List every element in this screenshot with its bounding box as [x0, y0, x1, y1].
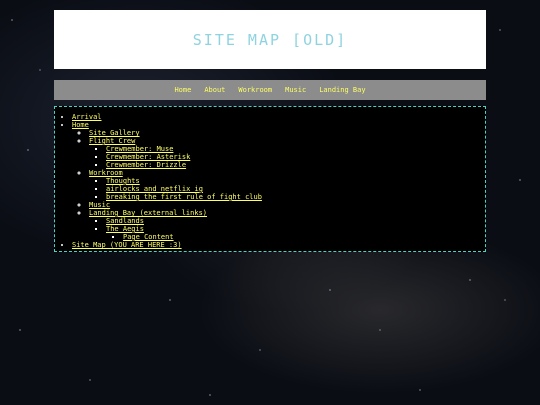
sitemap-link-arrival[interactable]: Arrival	[72, 113, 102, 121]
sitemap-link-thoughts[interactable]: Thoughts	[106, 177, 140, 185]
nav-link-music[interactable]: Music	[285, 86, 306, 94]
sitemap-link-site-gallery[interactable]: Site Gallery	[89, 129, 140, 137]
sitemap-link-landing-bay[interactable]: Landing Bay (external links)	[89, 209, 207, 217]
list-item: Crewmember: Drizzle	[106, 161, 485, 169]
list-item: Home Site Gallery Flight Crew Crewmember…	[72, 121, 485, 241]
list-item: Crewmember: Muse	[106, 145, 485, 153]
sitemap-link-site-map[interactable]: Site Map (YOU ARE HERE :3)	[72, 241, 182, 249]
list-item: Thoughts	[106, 177, 485, 185]
sitemap-sublist: Site Gallery Flight Crew Crewmember: Mus…	[72, 129, 485, 241]
sitemap-link-the-aegis[interactable]: The Aegis	[106, 225, 144, 233]
nav-link-workroom[interactable]: Workroom	[238, 86, 272, 94]
list-item: breaking the first rule of fight club	[106, 193, 485, 201]
list-item: Site Gallery	[89, 129, 485, 137]
sitemap-panel: Arrival Home Site Gallery Flight Crew Cr…	[54, 106, 486, 252]
list-item: Workroom Thoughts airlocks and netflix i…	[89, 169, 485, 201]
nav-link-about[interactable]: About	[204, 86, 225, 94]
list-item: Sandlands	[106, 217, 485, 225]
sitemap-link-page-content[interactable]: Page Content	[123, 233, 174, 241]
sitemap-link-sandlands[interactable]: Sandlands	[106, 217, 144, 225]
list-item: Arrival	[72, 113, 485, 121]
sitemap-sublist: Page Content	[106, 233, 485, 241]
list-item: Site Map (YOU ARE HERE :3)	[72, 241, 485, 249]
sitemap-link-music[interactable]: Music	[89, 201, 110, 209]
sitemap-link-fight-club[interactable]: breaking the first rule of fight club	[106, 193, 262, 201]
sitemap-sublist: Thoughts airlocks and netflix ig breakin…	[89, 177, 485, 201]
sitemap-sublist: Crewmember: Muse Crewmember: Asterisk Cr…	[89, 145, 485, 169]
nav-bar: Home About Workroom Music Landing Bay	[54, 80, 486, 100]
nav-link-landing-bay[interactable]: Landing Bay	[319, 86, 365, 94]
list-item: Landing Bay (external links) Sandlands T…	[89, 209, 485, 241]
sitemap-link-home[interactable]: Home	[72, 121, 89, 129]
list-item: Crewmember: Asterisk	[106, 153, 485, 161]
sitemap-link-flight-crew[interactable]: Flight Crew	[89, 137, 135, 145]
sitemap-link-crew-drizzle[interactable]: Crewmember: Drizzle	[106, 161, 186, 169]
page-title: SITE MAP [OLD]	[192, 30, 348, 49]
site-header: SITE MAP [OLD]	[54, 10, 486, 69]
sitemap-link-workroom[interactable]: Workroom	[89, 169, 123, 177]
sitemap-link-crew-asterisk[interactable]: Crewmember: Asterisk	[106, 153, 190, 161]
list-item: The Aegis Page Content	[106, 225, 485, 241]
list-item: Music	[89, 201, 485, 209]
list-item: Flight Crew Crewmember: Muse Crewmember:…	[89, 137, 485, 169]
sitemap-sublist: Sandlands The Aegis Page Content	[89, 217, 485, 241]
page-container: SITE MAP [OLD] Home About Workroom Music…	[54, 10, 486, 252]
sitemap-list: Arrival Home Site Gallery Flight Crew Cr…	[55, 113, 485, 249]
sitemap-link-crew-muse[interactable]: Crewmember: Muse	[106, 145, 173, 153]
sitemap-link-airlocks[interactable]: airlocks and netflix ig	[106, 185, 203, 193]
nav-link-home[interactable]: Home	[174, 86, 191, 94]
list-item: airlocks and netflix ig	[106, 185, 485, 193]
list-item: Page Content	[123, 233, 485, 241]
